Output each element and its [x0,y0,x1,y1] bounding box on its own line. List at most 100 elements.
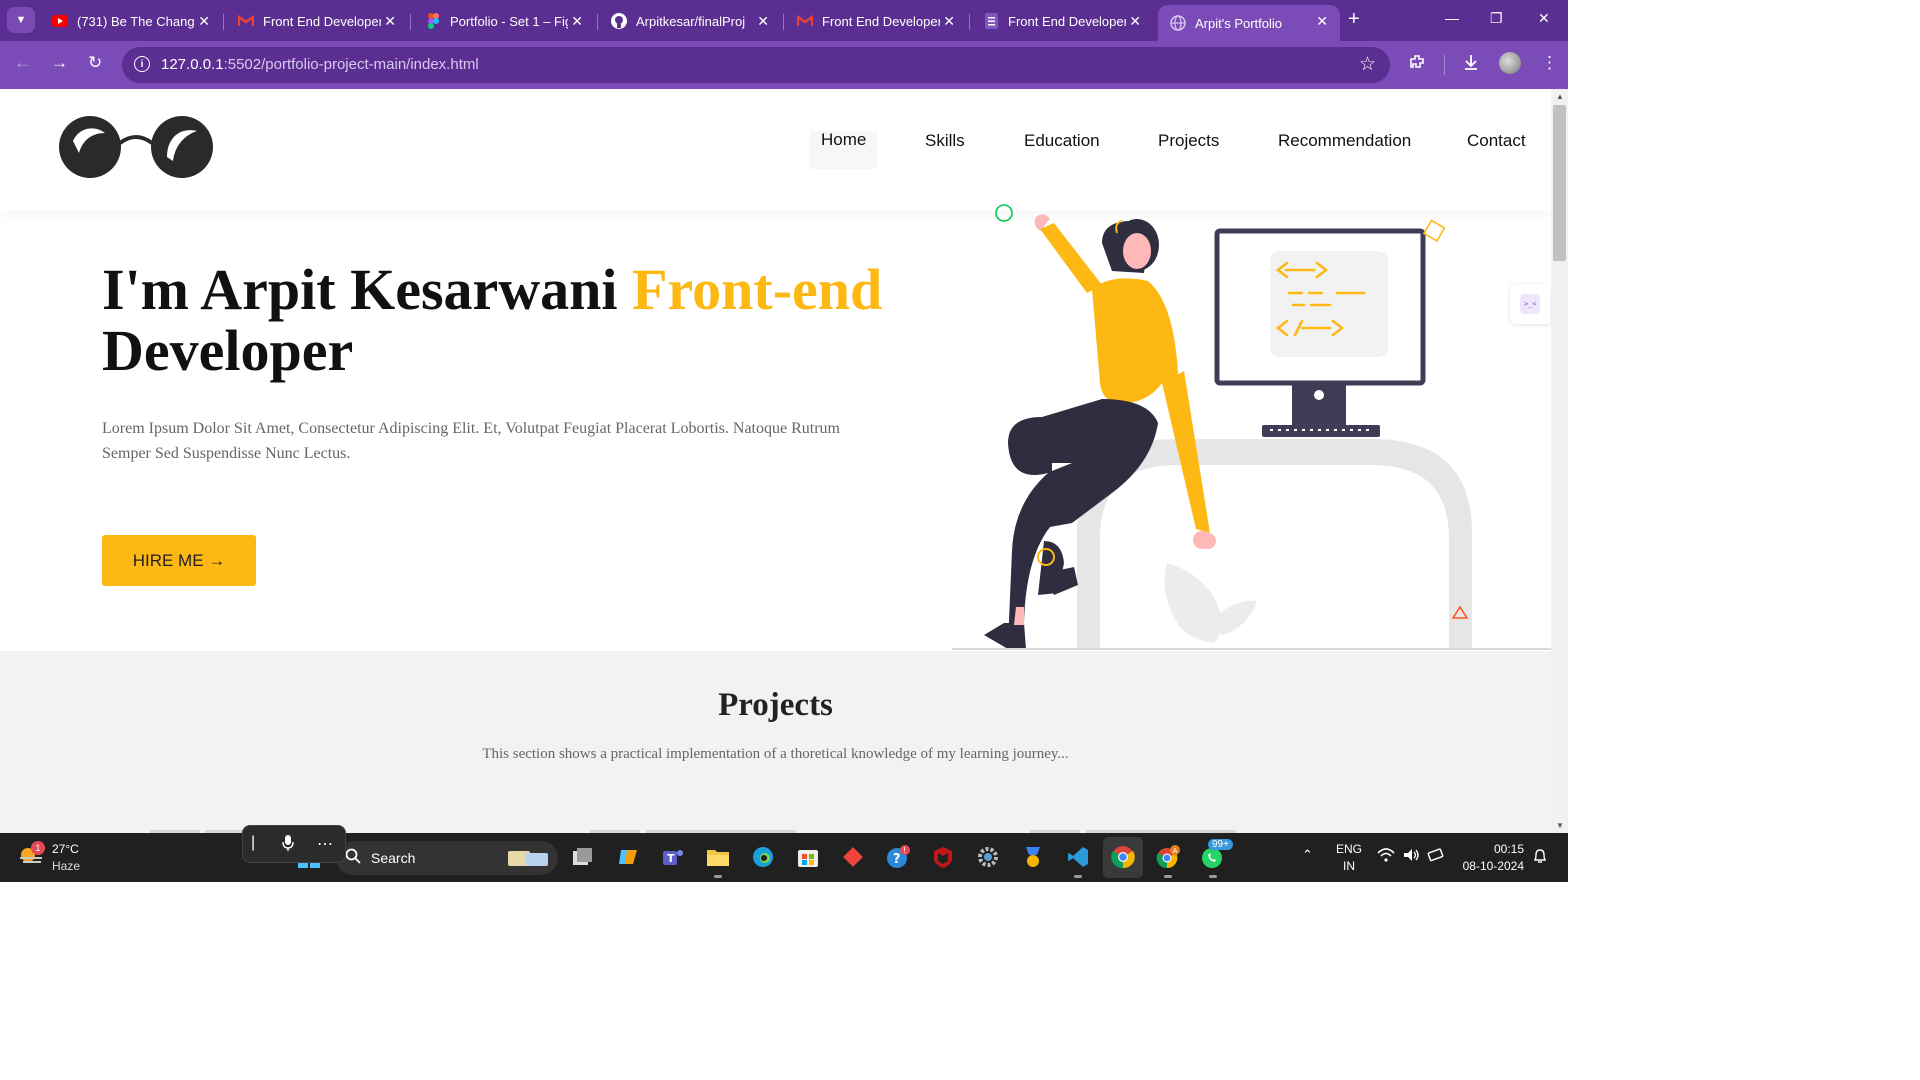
search-icon [345,848,361,864]
tab-title: Arpitkesar/finalProj [636,13,746,29]
menu-kebab-icon[interactable]: ⋮ [1541,53,1558,73]
tray-overflow-icon[interactable]: ⌃ [1302,847,1313,863]
forward-icon[interactable]: → [51,53,68,73]
close-icon[interactable]: ✕ [1129,13,1141,30]
close-icon[interactable]: ✕ [1316,13,1328,30]
file-explorer-icon[interactable] [705,844,731,878]
profile-avatar[interactable] [1499,52,1521,74]
svg-text:T: T [667,852,675,865]
svg-text:!: ! [903,846,906,855]
close-icon[interactable]: ✕ [198,13,210,30]
task-view-icon[interactable] [570,844,596,870]
site-logo[interactable] [57,113,217,186]
back-icon[interactable]: ← [14,53,31,73]
chrome-icon[interactable] [1110,844,1136,870]
browser-tab[interactable]: Arpitkesar/finalProj ✕ [599,5,781,37]
page-scrollbar[interactable]: ▲ ▼ [1551,89,1568,833]
taskbar-search[interactable]: Search [336,841,558,875]
tab-title: Front End Developer [263,13,381,29]
windows-taskbar: 1 27°C Haze Search T ?! A 99+ ⌃ ENG IN 00… [0,833,1568,882]
hero-title-highlight: Front-end [632,257,883,322]
new-tab-button[interactable]: + [1348,8,1360,31]
bookmark-star-icon[interactable]: ☆ [1359,53,1376,76]
whatsapp-badge: 99+ [1208,839,1233,850]
download-icon[interactable] [1462,53,1480,76]
weather-condition: Haze [52,859,81,873]
browser-toolbar: ← → ↻ i 127.0.0.1:5502/portfolio-project… [0,41,1568,89]
extensions-icon[interactable] [1408,53,1426,76]
nav-recommendation[interactable]: Recommendation [1278,131,1411,151]
microsoft-store-icon[interactable] [795,844,821,870]
vscode-icon[interactable] [1065,844,1091,878]
teams-icon[interactable]: T [660,844,686,870]
extension-widget-icon[interactable]: >_< [1510,284,1550,324]
browser-tab[interactable]: Front End Developer ✕ [971,5,1153,37]
battery-icon[interactable] [1427,847,1445,866]
forms-icon [983,13,999,29]
hero-divider [952,648,1551,650]
site-info-icon[interactable]: i [134,56,150,72]
browser-tab-strip: ▼ (731) Be The Change ( ✕ Front End Deve… [0,0,1568,41]
weather-temp: 27°C [52,842,79,856]
mcafee-icon[interactable] [930,844,956,870]
tab-search-button[interactable]: ▼ [7,7,35,33]
weather-badge: 1 [31,841,45,855]
tab-title: Portfolio - Set 1 – Fig [450,13,568,29]
hero-title: I'm Arpit Kesarwani Front-end Developer [102,257,883,383]
projects-section: Projects This section shows a practical … [0,651,1551,833]
chrome-profile-icon[interactable]: A [1155,844,1181,878]
browser-tab[interactable]: Portfolio - Set 1 – Fig ✕ [413,5,595,37]
hero-illustration [952,203,1551,655]
svg-text:A: A [1173,847,1178,855]
browser-tab[interactable]: Front End Developer ✕ [226,5,408,37]
settings-gear-icon[interactable] [975,844,1001,870]
figma-icon [425,13,441,29]
search-label: Search [371,850,416,866]
scroll-up-icon[interactable]: ▲ [1556,92,1564,101]
anydesk-icon[interactable] [840,844,866,870]
input-language[interactable]: ENG IN [1336,841,1362,875]
window-close-icon[interactable]: ✕ [1538,10,1550,27]
browser-tab[interactable]: Front End Developer ✕ [785,5,967,37]
scrollbar-thumb[interactable] [1553,105,1566,261]
url-text[interactable]: 127.0.0.1:5502/portfolio-project-main/in… [161,56,479,73]
close-icon[interactable]: ✕ [571,13,583,30]
tab-title: Front End Developer [1008,13,1126,29]
browser-tab[interactable]: (731) Be The Change ( ✕ [40,5,222,37]
close-icon[interactable]: ✕ [943,13,955,30]
nav-education[interactable]: Education [1024,131,1100,151]
nav-skills[interactable]: Skills [925,131,965,151]
nav-home[interactable]: Home [810,131,878,169]
gmail-icon [238,13,254,29]
webpage: Home Skills Education Projects Recommend… [0,89,1551,833]
system-clock[interactable]: 00:15 08-10-2024 [1460,841,1524,875]
notifications-bell-icon[interactable] [1533,848,1547,867]
browser-tab-active[interactable]: Arpit's Portfolio ✕ [1158,5,1340,41]
close-icon[interactable]: ✕ [384,13,396,30]
help-app-icon[interactable]: ?! [885,844,911,870]
edge-icon[interactable] [750,844,776,870]
projects-subtitle: This section shows a practical implement… [482,746,1069,762]
close-icon[interactable]: ✕ [757,13,769,30]
nav-projects[interactable]: Projects [1158,131,1219,151]
voice-typing-bar: | ⋯ [242,825,346,863]
hire-me-button[interactable]: HIRE ME → [102,535,256,586]
clock-time: 00:15 [1493,842,1524,856]
scroll-down-icon[interactable]: ▼ [1556,821,1564,830]
copilot-icon[interactable] [615,844,641,870]
volume-icon[interactable] [1402,847,1420,866]
more-options-icon[interactable]: ⋯ [317,834,333,854]
clock-date: 08-10-2024 [1462,859,1524,873]
rewards-medal-icon[interactable] [1020,844,1046,870]
projects-heading: Projects [718,687,833,723]
restore-icon[interactable]: ❐ [1490,10,1503,27]
reload-icon[interactable]: ↻ [88,53,102,73]
microphone-icon[interactable] [281,834,295,857]
gmail-icon [797,13,813,29]
address-bar[interactable]: i 127.0.0.1:5502/portfolio-project-main/… [122,47,1390,83]
whatsapp-icon[interactable]: 99+ [1200,839,1233,878]
nav-contact[interactable]: Contact [1467,131,1526,151]
youtube-icon [52,13,68,29]
minimize-icon[interactable]: — [1445,10,1459,26]
wifi-icon[interactable] [1377,847,1395,866]
